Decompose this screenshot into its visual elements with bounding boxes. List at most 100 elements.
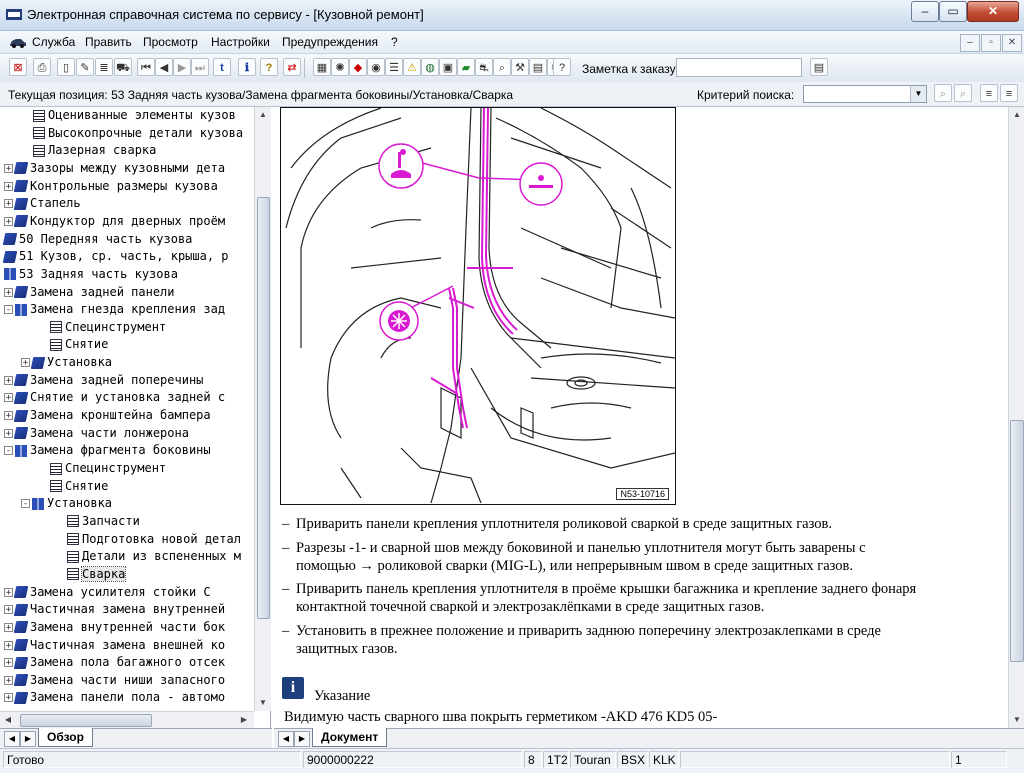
tree-item[interactable]: - Замена фрагмента боковины [4,442,211,459]
question-book-icon[interactable]: ? [553,58,571,76]
collapse-icon[interactable]: - [4,446,13,456]
book-red-icon[interactable]: ◆ [349,58,367,76]
vehicle-icon[interactable]: ⛟ [114,58,132,76]
tree-item[interactable]: + Замена части ниши запасного [4,672,225,689]
tree-item[interactable]: Детали из вспененных м [67,548,241,565]
expand-icon[interactable]: + [4,605,13,615]
menu-pravit[interactable]: Править [85,35,132,49]
minimize-button[interactable]: – [911,1,939,22]
tab-next-icon[interactable]: ▶ [20,731,36,747]
info-icon[interactable]: ℹ [238,58,256,76]
close-button[interactable]: ✕ [967,1,1019,22]
expand-icon[interactable]: + [4,428,13,438]
tree-item[interactable]: + Частичная замена внешней ко [4,637,225,654]
expand-icon[interactable]: + [4,287,13,297]
previous-page-icon[interactable]: ◀ [155,58,173,76]
menu-sluzhba[interactable]: Служба [32,35,75,49]
tree-item[interactable]: + Замена кронштейна бампера [4,407,211,424]
globe-icon[interactable]: ◍ [421,58,439,76]
tree-hscroll-thumb[interactable] [20,714,152,727]
text-search-next-icon[interactable]: ≡ [1000,84,1018,102]
document-list-icon[interactable]: ≣ [95,58,113,76]
report-icon[interactable]: ☰ [385,58,403,76]
tab-document[interactable]: Документ [312,728,388,747]
floppy-icon[interactable]: ▣ [439,58,457,76]
clipboard-icon[interactable]: ▤ [529,58,547,76]
menu-help[interactable]: ? [391,35,398,49]
menu-nastroiki[interactable]: Настройки [211,35,270,49]
tree-item[interactable]: + Контрольные размеры кузова [4,178,218,195]
collapse-icon[interactable]: - [4,305,13,315]
zoom-icon[interactable]: ⌕ [493,58,511,76]
tab-obzor[interactable]: Обзор [38,728,93,747]
expand-icon[interactable]: + [4,640,13,650]
mdi-minimize-button[interactable]: – [960,34,980,52]
tree-item[interactable]: + Замена усилителя стойки С [4,584,211,601]
menu-prosmotr[interactable]: Просмотр [143,35,198,49]
mdi-close-button[interactable]: ✕ [1002,34,1022,52]
scroll-left-icon[interactable]: ◀ [0,712,16,728]
tree-item[interactable]: Специнструмент [50,460,166,477]
swap-icon[interactable]: ⇄ [283,58,301,76]
dashboard-icon[interactable]: ◉ [367,58,385,76]
expand-icon[interactable]: + [4,675,13,685]
car-tool-icon[interactable]: ⛐ [475,58,493,76]
last-page-icon[interactable]: ⏭ [191,58,209,76]
tree-item[interactable]: + Частичная замена внутренней [4,601,225,618]
search-criteria-combo[interactable]: ▼ [803,85,927,103]
scroll-right-icon[interactable]: ▶ [236,712,252,728]
green-book-icon[interactable]: ▰ [457,58,475,76]
tree-item[interactable]: + Замена пола багажного отсек [4,654,225,671]
expand-icon[interactable]: + [4,163,13,173]
expand-icon[interactable]: + [4,393,13,403]
tree-item[interactable]: + Кондуктор для дверных проём [4,213,225,230]
tree-item[interactable]: + Замена внутренней части бок [4,619,225,636]
tree-scroll-thumb[interactable] [257,197,270,619]
tree-item[interactable]: 51 Кузов, ср. часть, крыша, р [2,248,229,265]
tree-item[interactable]: + Замена части лонжерона [4,425,189,442]
expand-icon[interactable]: + [4,181,13,191]
tree-item[interactable]: + Замена панели пола - автомо [4,689,225,706]
calculator-icon[interactable]: ▦ [313,58,331,76]
expand-icon[interactable]: + [4,411,13,421]
text-search-icon[interactable]: ≡ [980,84,998,102]
tree-item[interactable]: + Замена задней поперечины [4,372,203,389]
tree-item[interactable]: Высокопрочные детали кузова [33,125,243,142]
scroll-down-icon[interactable]: ▼ [1009,712,1024,728]
tab-prev-icon[interactable]: ◀ [4,731,20,747]
tree-item[interactable]: Сварка [67,565,127,583]
tree-item[interactable]: + Стапель [4,195,81,212]
expand-icon[interactable]: + [4,658,13,668]
wheel-icon[interactable]: ✺ [331,58,349,76]
tree-item[interactable]: 53 Задняя часть кузова [4,266,178,283]
tree-item[interactable]: + Установка [21,354,112,371]
tree-item[interactable]: Специнструмент [50,319,166,336]
expand-icon[interactable]: + [4,622,13,632]
collapse-icon[interactable]: - [21,499,30,509]
order-note-input[interactable] [676,58,802,77]
tab-prev-icon[interactable]: ◀ [278,731,294,747]
tree-item[interactable]: + Зазоры между кузовными дета [4,160,225,177]
document-scroll-thumb[interactable] [1010,420,1024,662]
tree-item[interactable]: Оцениванные элементы кузов [33,107,236,124]
tree-item[interactable]: Снятие [50,478,108,495]
tab-next-icon[interactable]: ▶ [294,731,310,747]
tree-vertical-scrollbar[interactable]: ▲ ▼ [254,107,271,711]
expand-icon[interactable]: + [21,358,30,368]
menu-preduprezhdeniya[interactable]: Предупреждения [282,35,378,49]
tree-item[interactable]: Снятие [50,336,108,353]
search-icon[interactable]: ⌕ [934,84,952,102]
tree-item[interactable]: Запчасти [67,513,140,530]
search-next-icon[interactable]: ⌕ [954,84,972,102]
next-page-icon[interactable]: ▶ [173,58,191,76]
tree-item[interactable]: - Установка [21,495,112,512]
scroll-up-icon[interactable]: ▲ [255,107,271,123]
tree-item[interactable]: + Снятие и установка задней с [4,389,225,406]
tree-item[interactable]: Подготовка новой детал [67,531,241,548]
expand-icon[interactable]: + [4,216,13,226]
expand-icon[interactable]: + [4,587,13,597]
scroll-up-icon[interactable]: ▲ [1009,107,1024,123]
wrench-icon[interactable]: ⚒ [511,58,529,76]
expand-icon[interactable]: + [4,375,13,385]
link-back-icon[interactable]: t [213,58,231,76]
